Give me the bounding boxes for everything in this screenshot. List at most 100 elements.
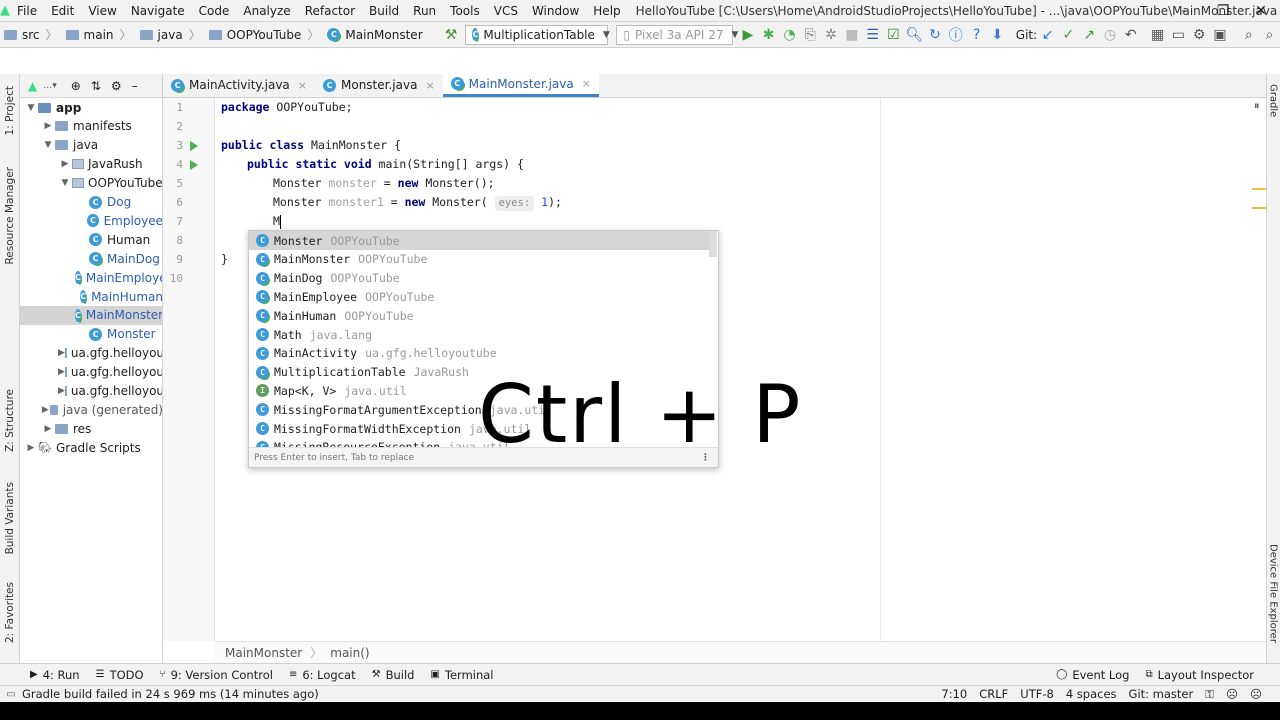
chevron-down-icon[interactable]: ▼ <box>41 140 55 150</box>
tree-item[interactable]: ▶ ua.gfg.helloyoutu <box>20 344 162 363</box>
search-icon-2[interactable]: ⌕ <box>1259 24 1280 46</box>
tab-favorites[interactable]: 2: Favorites <box>0 574 20 650</box>
tool-window-button[interactable]: ▶ 4: Run <box>22 668 88 682</box>
tool-window-button[interactable]: ▣ Terminal <box>422 668 501 682</box>
hammer-icon[interactable]: ⚒ <box>441 24 462 46</box>
avd-manager-icon[interactable]: ▭ <box>1168 24 1189 46</box>
info-icon[interactable]: ⓘ <box>945 24 966 46</box>
warning-marker[interactable] <box>1252 188 1266 190</box>
warning-marker[interactable] <box>1252 207 1266 209</box>
editor-tab[interactable]: C Monster.java × <box>315 73 443 97</box>
sdk-settings-icon[interactable]: ⚙ <box>1189 24 1210 46</box>
attach-debugger-icon[interactable]: ⎘ <box>800 24 821 46</box>
editor-tab[interactable]: C MainActivity.java × <box>163 73 315 97</box>
tool-window-button[interactable]: ≡ 6: Logcat <box>281 668 364 682</box>
locate-icon[interactable]: ⊕ <box>71 79 81 93</box>
menu-run[interactable]: Run <box>406 4 443 18</box>
tree-item[interactable]: ▶ JavaRush <box>20 155 162 174</box>
menu-tools[interactable]: Tools <box>443 4 487 18</box>
tree-item[interactable]: C Monster <box>20 325 162 344</box>
tree-item[interactable]: C MainHuman <box>20 287 162 306</box>
menu-navigate[interactable]: Navigate <box>124 4 192 18</box>
menu-vcs[interactable]: VCS <box>487 4 525 18</box>
menu-build[interactable]: Build <box>362 4 406 18</box>
tree-item[interactable]: C Human <box>20 230 162 249</box>
tree-item[interactable]: C MainEmploye <box>20 268 162 287</box>
close-tab-icon[interactable]: × <box>298 79 307 92</box>
stop-icon[interactable]: ■ <box>841 24 862 46</box>
git-history-icon[interactable]: ◷ <box>1100 24 1121 46</box>
file-encoding[interactable]: UTF-8 <box>1020 687 1054 702</box>
collapse-icon[interactable]: ⇅ <box>91 79 101 93</box>
chevron-down-icon[interactable]: …▾ <box>43 81 57 91</box>
tree-item[interactable]: ▶ 🐘︎ Gradle Scripts <box>20 438 162 457</box>
menu-analyze[interactable]: Analyze <box>236 4 297 18</box>
completion-item[interactable]: C MainEmployee OOPYouTube <box>249 287 711 306</box>
breadcrumb-item[interactable]: src 〉 <box>0 26 62 43</box>
inspector-face-icon-2[interactable]: ☹ <box>1250 687 1262 702</box>
run-icon[interactable]: ▶ <box>737 24 758 46</box>
tree-item[interactable]: ▶ manifests <box>20 117 162 136</box>
sdk-manager-icon[interactable]: ⬇ <box>987 24 1008 46</box>
tree-item[interactable]: C Dog <box>20 193 162 212</box>
run-config-select[interactable]: C MultiplicationTable ▼ <box>465 24 610 45</box>
tree-item[interactable]: C MainMonster <box>20 305 162 325</box>
tree-item[interactable]: ▶ ua.gfg.helloyoutu <box>20 382 162 401</box>
tree-item[interactable]: C Employee <box>20 211 162 230</box>
tool-window-button[interactable]: ☰ TODO <box>88 668 152 682</box>
chevron-down-icon[interactable]: ▼ <box>24 103 38 113</box>
find-icon[interactable]: 🔍︎ <box>904 24 925 46</box>
breadcrumb-method[interactable]: main() <box>330 646 369 660</box>
completion-item[interactable]: C MainDog OOPYouTube <box>249 269 711 288</box>
hide-icon[interactable]: – <box>132 79 138 93</box>
chevron-right-icon[interactable]: ▶ <box>41 121 55 131</box>
menu-refactor[interactable]: Refactor <box>298 4 362 18</box>
status-message[interactable]: Gradle build failed in 24 s 969 ms (14 m… <box>22 687 319 701</box>
breadcrumb-item[interactable]: main 〉 <box>62 26 136 43</box>
tree-item[interactable]: ▶ ua.gfg.helloyoutu <box>20 363 162 382</box>
tab-gradle[interactable]: Gradle <box>1266 84 1280 117</box>
menu-code[interactable]: Code <box>192 4 237 18</box>
tab-resource-manager[interactable]: Resource Manager <box>0 160 20 272</box>
breadcrumb-item[interactable]: java 〉 <box>136 26 205 43</box>
status-toggle-icon[interactable]: ▭ <box>0 689 22 700</box>
chevron-right-icon[interactable]: ▶ <box>58 159 72 169</box>
close-icon[interactable]: ✕ <box>1242 0 1280 22</box>
tree-item[interactable]: ▼ OOPYouTube <box>20 174 162 193</box>
completion-item[interactable]: C MainHuman OOPYouTube <box>249 306 711 325</box>
debug-icon[interactable]: ✱ <box>758 24 779 46</box>
completion-item[interactable]: C Monster OOPYouTube <box>249 231 711 250</box>
minimize-icon[interactable]: – <box>1166 0 1204 22</box>
inspector-face-icon[interactable]: ☹ <box>1226 687 1238 702</box>
gear-icon[interactable]: ⚙ <box>111 79 122 93</box>
git-update-icon[interactable]: ↙ <box>1037 24 1058 46</box>
tool-window-button[interactable]: ⧉ Layout Inspector <box>1137 668 1262 682</box>
project-structure-icon[interactable]: ▦ <box>1147 24 1168 46</box>
apply-changes-icon[interactable]: ✲ <box>821 24 842 46</box>
editor-tab[interactable]: C MainMonster.java × <box>442 73 599 97</box>
tree-item[interactable]: ▶ res <box>20 419 162 438</box>
tab-device-file-explorer[interactable]: Device File Explorer <box>1266 544 1280 643</box>
maximize-icon[interactable]: ❐ <box>1204 0 1242 22</box>
tree-item[interactable]: ▼ app <box>20 98 162 117</box>
completion-item[interactable]: C MainMonster OOPYouTube <box>249 250 711 269</box>
tab-build-variants[interactable]: Build Variants <box>0 474 20 562</box>
completion-scrollbar[interactable] <box>709 231 717 257</box>
tab-project[interactable]: 1: Project <box>0 76 20 146</box>
git-rollback-icon[interactable]: ↶ <box>1120 24 1141 46</box>
tool-window-button[interactable]: ⚒ Build <box>364 668 423 682</box>
line-separator[interactable]: CRLF <box>979 687 1008 702</box>
help-icon[interactable]: ? <box>966 24 987 46</box>
device-manager-icon[interactable]: ▣ <box>1210 24 1231 46</box>
menu-window[interactable]: Window <box>525 4 586 18</box>
close-tab-icon[interactable]: × <box>425 79 434 92</box>
chevron-right-icon[interactable]: ▶ <box>41 424 55 434</box>
tab-structure[interactable]: Z: Structure <box>0 380 20 460</box>
tool-window-button[interactable]: ◯ Event Log <box>1048 668 1137 682</box>
menu-view[interactable]: View <box>81 4 123 18</box>
android-view-icon[interactable]: ▲ <box>28 79 37 93</box>
sync-icon[interactable]: ↻ <box>925 24 946 46</box>
device-select[interactable]: ▯ Pixel 3a API 27 ▼ <box>616 24 738 45</box>
chevron-down-icon[interactable]: ▼ <box>58 178 72 188</box>
caret-position[interactable]: 7:10 <box>941 687 967 702</box>
